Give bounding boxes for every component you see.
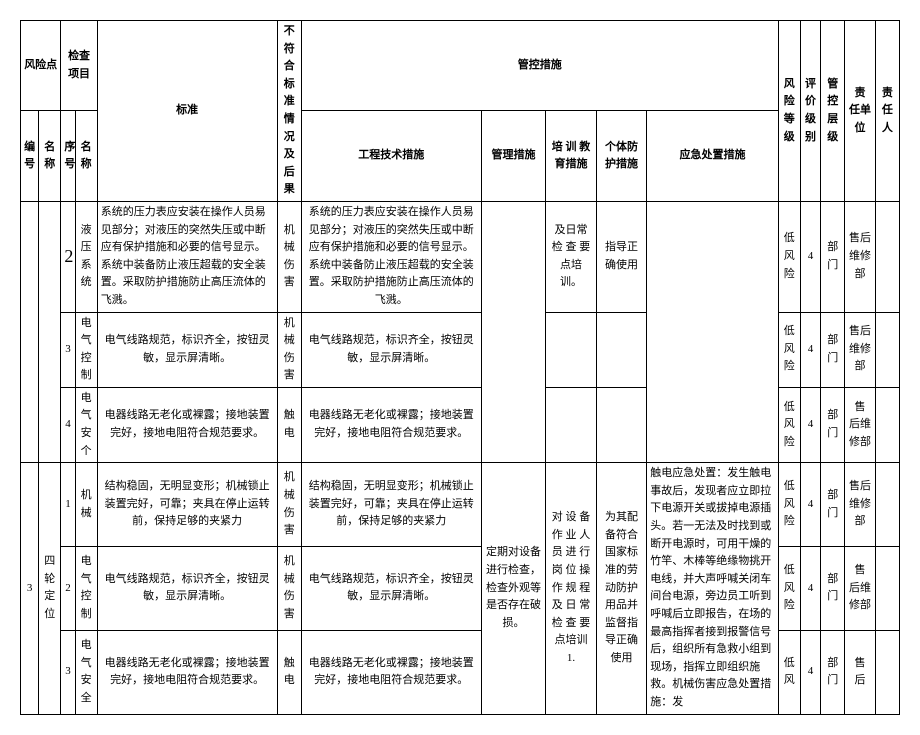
cell-training-blank	[546, 312, 597, 387]
cell-training: 及日常检 查 要点培训。	[546, 201, 597, 312]
hdr-ctrl-level: 管 控层级	[821, 21, 845, 202]
hdr-check-item: 检查项目	[61, 21, 97, 111]
hdr-resp-unit: 责 任单位	[845, 21, 875, 202]
cell-name-blank	[39, 201, 61, 462]
cell-seq: 2	[61, 547, 75, 631]
hdr-mgmt: 管理措施	[481, 111, 546, 201]
hdr-resp-person: 责 任人	[875, 21, 899, 202]
cell-eval: 4	[800, 201, 820, 312]
cell-standard: 系统的压力表应安装在操作人员易见部分；对液压的突然失压或中断应有保护措施和必要的…	[97, 201, 277, 312]
cell-unit: 售 后维修部	[845, 387, 875, 462]
cell-unit: 售后 维修部	[845, 463, 875, 547]
hdr-training: 培 训 教育措施	[546, 111, 597, 201]
cell-ctrl: 部门	[821, 630, 845, 714]
cell-ctrl: 部 门	[821, 463, 845, 547]
table-row: 2 液 压系统 系统的压力表应安装在操作人员易见部分；对液压的突然失压或中断应有…	[21, 201, 900, 312]
hdr-name: 名称	[39, 111, 61, 201]
cell-nonconform: 机械伤害	[277, 201, 301, 312]
cell-ppe-blank	[596, 312, 647, 387]
hdr-risk-level: 风险等级	[778, 21, 800, 202]
cell-eng: 电器线路无老化或裸露；接地装置完好，接地电阻符合规范要求。	[301, 387, 481, 462]
cell-risk: 低风险	[778, 387, 800, 462]
cell-standard: 电气线路规范，标识齐全，按钮灵敏，显示屏清晰。	[97, 547, 277, 631]
cell-ctrl: 部 门	[821, 201, 845, 312]
cell-seq: 2	[61, 201, 75, 312]
cell-seq: 4	[61, 387, 75, 462]
cell-person	[875, 463, 899, 547]
cell-ctrl: 部门	[821, 387, 845, 462]
cell-eng: 电气线路规范，标识齐全，按钮灵敏，显示屏清晰。	[301, 547, 481, 631]
cell-person	[875, 547, 899, 631]
cell-nonconform: 机械伤害	[277, 463, 301, 547]
cell-unit: 售 后维修部	[845, 547, 875, 631]
cell-no-blank	[21, 201, 39, 462]
hdr-standard: 标准	[97, 21, 277, 202]
cell-person	[875, 387, 899, 462]
hdr-emergency: 应急处置措施	[647, 111, 778, 201]
cell-training-blank	[546, 387, 597, 462]
cell-nonconform: 机械伤害	[277, 547, 301, 631]
cell-eng: 结构稳固，无明显变形；机械锁止装置完好，可靠；夹具在停止运转前，保持足够的夹紧力	[301, 463, 481, 547]
cell-risk: 低风险	[778, 463, 800, 547]
cell-risk: 低风险	[778, 312, 800, 387]
cell-person	[875, 312, 899, 387]
cell-mgmt: 定期对设备进行检查，检查外观等是否存在破损。	[481, 463, 546, 714]
cell-eng: 系统的压力表应安装在操作人员易见部分；对液压的突然失压或中断应有保护措施和必要的…	[301, 201, 481, 312]
cell-seq: 1	[61, 463, 75, 547]
cell-ctrl: 部门	[821, 312, 845, 387]
cell-item: 液 压系统	[75, 201, 97, 312]
cell-nonconform: 机械伤害	[277, 312, 301, 387]
cell-eval: 4	[800, 547, 820, 631]
hdr-nonconform: 不符合标准情况及后果	[277, 21, 301, 202]
hdr-name2: 名称	[75, 111, 97, 201]
cell-eval: 4	[800, 630, 820, 714]
cell-eng: 电器线路无老化或裸露；接地装置完好，接地电阻符合规范要求。	[301, 630, 481, 714]
cell-ppe: 为其配备符合国家标准的劳动防护用品并监督指导正确使用	[596, 463, 647, 714]
cell-item: 电气控制	[75, 547, 97, 631]
hdr-control: 管控措施	[301, 21, 778, 111]
cell-risk: 低风险	[778, 547, 800, 631]
cell-nonconform: 触电	[277, 630, 301, 714]
cell-person	[875, 201, 899, 312]
cell-unit: 售 后	[845, 630, 875, 714]
cell-eval: 4	[800, 312, 820, 387]
cell-emergency-blank	[647, 201, 778, 462]
cell-item: 电气安个	[75, 387, 97, 462]
cell-standard: 结构稳固，无明显变形；机械锁止装置完好，可靠；夹具在停止运转前，保持足够的夹紧力	[97, 463, 277, 547]
cell-item: 机械	[75, 463, 97, 547]
cell-no: 3	[21, 463, 39, 714]
hdr-ppe: 个体防护措施	[596, 111, 647, 201]
cell-name: 四轮定位	[39, 463, 61, 714]
cell-eval: 4	[800, 387, 820, 462]
cell-unit: 售后 维修部	[845, 201, 875, 312]
cell-emergency: 触电应急处置：发生触电事故后，发现者应立即拉下电源开关或拔掉电源插头。若一无法及…	[647, 463, 778, 714]
cell-seq: 3	[61, 630, 75, 714]
table-row: 3 四轮定位 1 机械 结构稳固，无明显变形；机械锁止装置完好，可靠；夹具在停止…	[21, 463, 900, 547]
cell-nonconform: 触电	[277, 387, 301, 462]
cell-risk: 低风险	[778, 201, 800, 312]
hdr-seq: 序号	[61, 111, 75, 201]
hdr-risk-point: 风险点	[21, 21, 61, 111]
cell-standard: 电气线路规范，标识齐全，按钮灵敏，显示屏清晰。	[97, 312, 277, 387]
cell-person	[875, 630, 899, 714]
cell-mgmt-blank	[481, 201, 546, 462]
header-row-1: 风险点 检查项目 标准 不符合标准情况及后果 管控措施 风险等级 评价级别 管 …	[21, 21, 900, 111]
cell-item: 电气安全	[75, 630, 97, 714]
cell-standard: 电器线路无老化或裸露；接地装置完好，接地电阻符合规范要求。	[97, 387, 277, 462]
hdr-eval-level: 评价级别	[800, 21, 820, 202]
cell-item: 电气控制	[75, 312, 97, 387]
hdr-no: 编号	[21, 111, 39, 201]
cell-ctrl: 部门	[821, 547, 845, 631]
cell-training: 对 设 备作 业 人员 进 行岗 位 操作 规 程及 日 常检 查 要点培训 1…	[546, 463, 597, 714]
cell-eng: 电气线路规范，标识齐全，按钮灵敏，显示屏清晰。	[301, 312, 481, 387]
cell-unit: 售后维修部	[845, 312, 875, 387]
hdr-eng: 工程技术措施	[301, 111, 481, 201]
cell-seq: 3	[61, 312, 75, 387]
risk-table: 风险点 检查项目 标准 不符合标准情况及后果 管控措施 风险等级 评价级别 管 …	[20, 20, 900, 715]
cell-eval: 4	[800, 463, 820, 547]
cell-ppe-blank	[596, 387, 647, 462]
cell-standard: 电器线路无老化或裸露；接地装置完好，接地电阻符合规范要求。	[97, 630, 277, 714]
cell-ppe: 指导正确使用	[596, 201, 647, 312]
cell-risk: 低风	[778, 630, 800, 714]
